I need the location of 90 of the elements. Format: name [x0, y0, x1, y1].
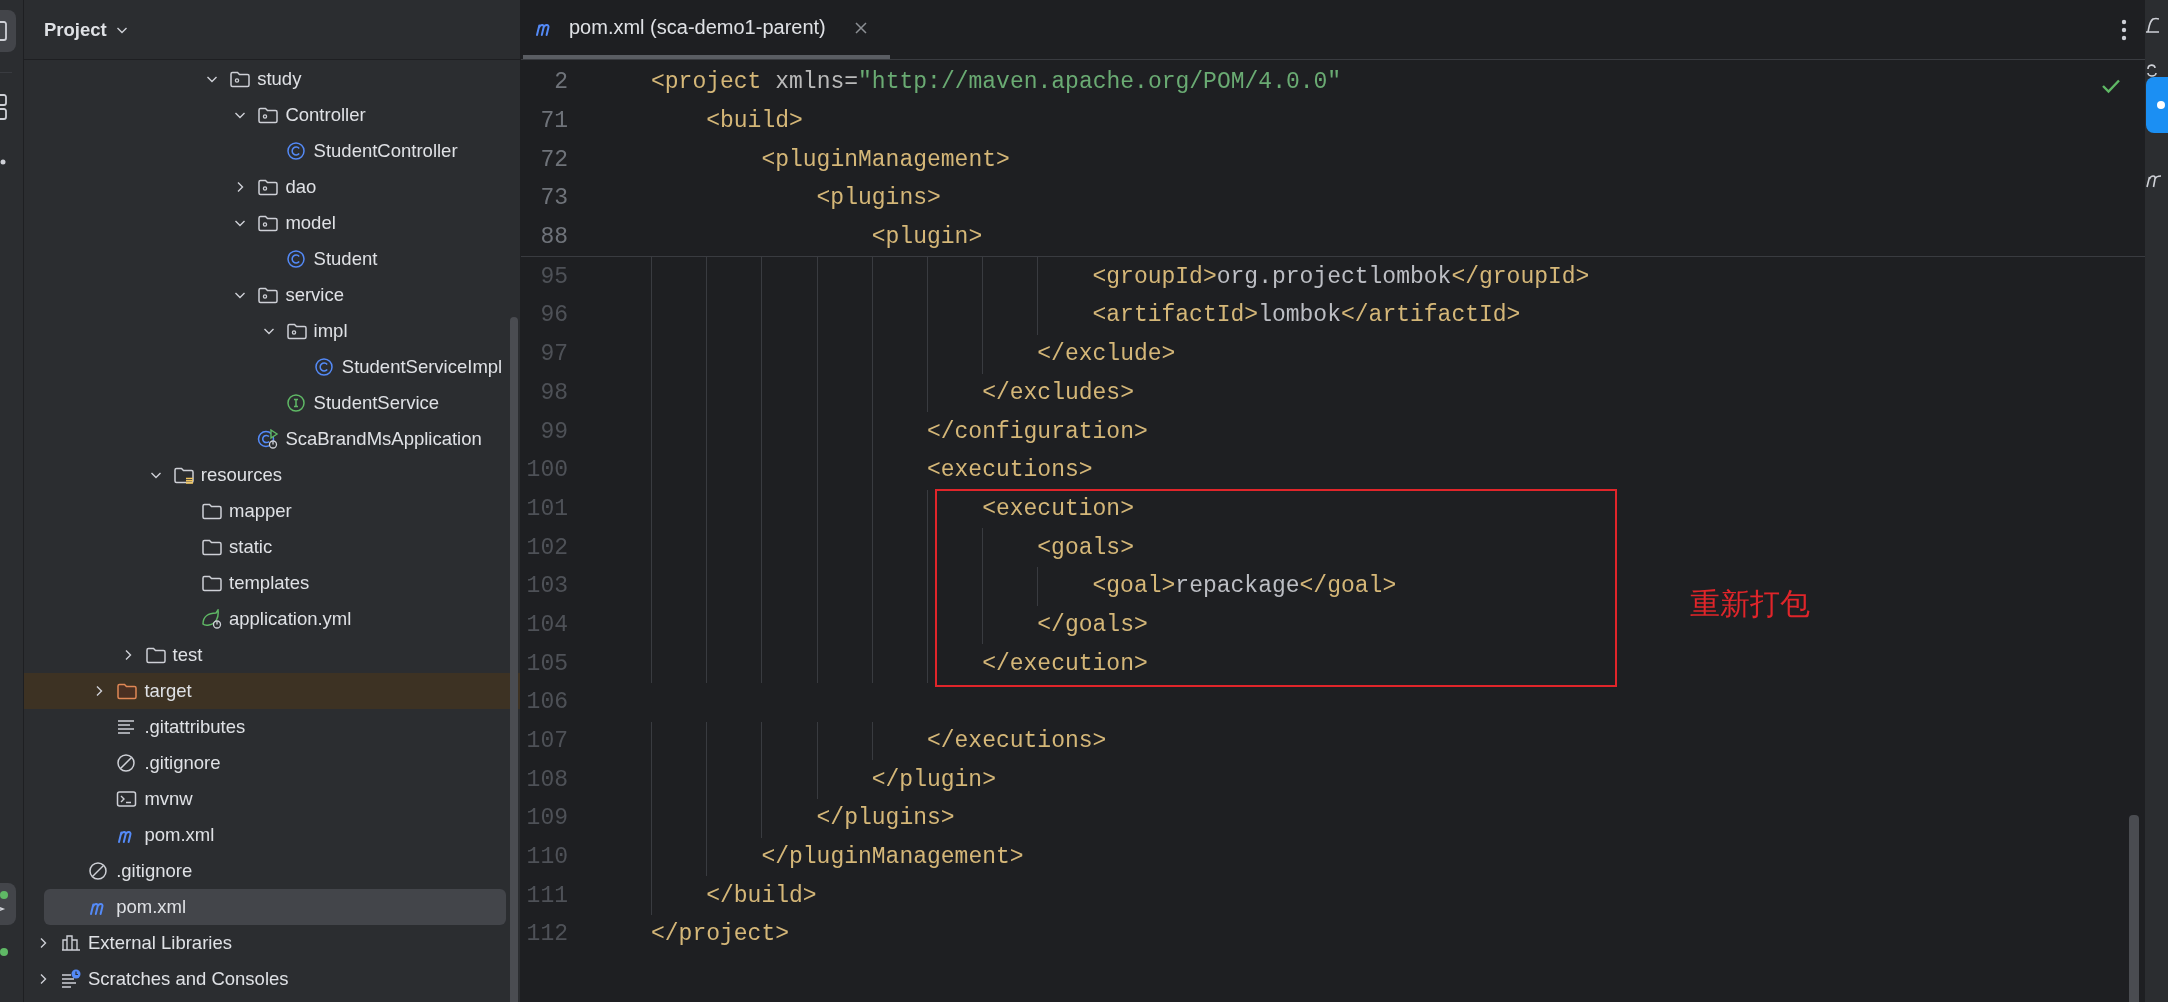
tree-item[interactable]: pom.xml	[44, 889, 506, 925]
package-folder-icon	[257, 105, 280, 125]
resources-folder-icon	[172, 465, 195, 485]
tree-item[interactable]: resources	[24, 457, 520, 493]
package-folder-icon	[257, 177, 280, 197]
folder-icon	[201, 573, 223, 593]
folder-icon	[116, 681, 139, 701]
code-line: </goals>	[1037, 611, 1148, 638]
project-tool-icon[interactable]	[0, 10, 16, 52]
tree-item[interactable]: application.yml	[24, 601, 520, 637]
interface-icon	[285, 393, 308, 413]
status-dot-icon	[0, 947, 10, 957]
folder-icon	[201, 537, 223, 557]
tree-item[interactable]: StudentServiceImpl	[24, 349, 520, 385]
class-icon	[285, 249, 308, 269]
tree-item[interactable]: Student	[24, 241, 520, 277]
application-class-icon	[257, 429, 280, 449]
code-line: </pluginManagement>	[761, 844, 1024, 871]
tree-item[interactable]: target	[24, 673, 520, 709]
tree-item[interactable]: pom.xml	[24, 817, 520, 853]
bell-icon[interactable]	[2145, 16, 2159, 36]
tree-item[interactable]: test	[24, 637, 520, 673]
editor-tab[interactable]: pom.xml (sca-demo1-parent)	[523, 0, 890, 59]
annotation-note: 重新打包	[1690, 584, 1810, 623]
terminal-icon	[116, 789, 139, 809]
tree-item[interactable]: Scratches and Consoles	[24, 961, 520, 997]
package-folder-icon	[257, 213, 280, 233]
code-line: <execution>	[982, 495, 1134, 522]
code-line: </build>	[706, 882, 817, 909]
tree-item[interactable]: study	[24, 61, 520, 97]
code-line: <plugins>	[816, 185, 941, 212]
code-line: </plugins>	[816, 805, 955, 832]
line-number: 88	[539, 224, 568, 251]
code-line: <groupId>org.projectlombok</groupId>	[1092, 263, 1590, 290]
tree-item[interactable]: templates	[24, 565, 520, 601]
tree-item[interactable]: static	[24, 529, 520, 565]
code-line: <artifactId>lombok</artifactId>	[1092, 302, 1521, 329]
folder-icon	[201, 501, 223, 521]
close-icon[interactable]	[853, 20, 868, 35]
line-number: 73	[539, 185, 568, 212]
tree-item[interactable]: .gitignore	[24, 853, 520, 889]
tree-item[interactable]: Controller	[24, 97, 520, 133]
assistant-icon[interactable]	[2145, 61, 2159, 77]
code-line: </exclude>	[1037, 341, 1176, 368]
class-icon	[285, 141, 308, 161]
folder-icon	[144, 645, 167, 665]
tree-item[interactable]: dao	[24, 169, 520, 205]
scratches-icon	[60, 969, 82, 989]
package-folder-icon	[229, 69, 252, 89]
tree-item[interactable]: StudentController	[24, 133, 520, 169]
panel-title[interactable]: Project	[44, 18, 107, 41]
structure-tool-icon[interactable]	[0, 93, 10, 123]
code-line: <goal>repackage</goal>	[1092, 573, 1397, 600]
code-line: </excludes>	[982, 379, 1134, 406]
tree-item[interactable]: .gitignore	[24, 745, 520, 781]
scrollbar-thumb[interactable]	[2129, 815, 2139, 1002]
tree-item[interactable]: ScaBrandMsApplication	[24, 421, 520, 457]
scrollbar-thumb[interactable]	[510, 317, 518, 1002]
code-line: </execution>	[982, 650, 1148, 677]
line-number: 71	[539, 108, 568, 135]
code-line: <goals>	[1037, 534, 1134, 561]
more-options-icon[interactable]	[2121, 19, 2127, 41]
library-icon	[60, 933, 82, 953]
package-folder-icon	[285, 321, 308, 341]
package-folder-icon	[257, 285, 280, 305]
line-number: 2	[553, 69, 568, 96]
tree-item[interactable]: service	[24, 277, 520, 313]
code-line: </executions>	[926, 728, 1107, 755]
code-line: <project xmlns="http://maven.apache.org/POM/4.0.0"	[651, 69, 1342, 96]
tree-item[interactable]: model	[24, 205, 520, 241]
code-line: </configuration>	[926, 418, 1148, 445]
tree-item[interactable]: External Libraries	[24, 925, 520, 961]
code-line: <pluginManagement>	[761, 146, 1010, 173]
tree-item[interactable]: .gitattributes	[24, 709, 520, 745]
code-line: <plugin>	[871, 224, 983, 251]
plugin-tool-icon[interactable]	[2145, 77, 2168, 133]
code-line: <build>	[706, 108, 803, 135]
check-icon	[2101, 78, 2121, 94]
tree-item[interactable]: impl	[24, 313, 520, 349]
code-line: </plugin>	[871, 766, 996, 793]
class-icon	[313, 357, 336, 377]
tree-item[interactable]: mvnw	[24, 781, 520, 817]
code-line: <executions>	[926, 457, 1093, 484]
commit-tool-icon[interactable]	[0, 883, 16, 925]
line-number: 72	[539, 146, 568, 173]
code-line: </project>	[651, 921, 790, 948]
leaf-icon	[201, 609, 223, 629]
tree-item[interactable]: StudentService	[24, 385, 520, 421]
more-tools-icon[interactable]	[0, 158, 8, 166]
tree-item[interactable]: mapper	[24, 493, 520, 529]
